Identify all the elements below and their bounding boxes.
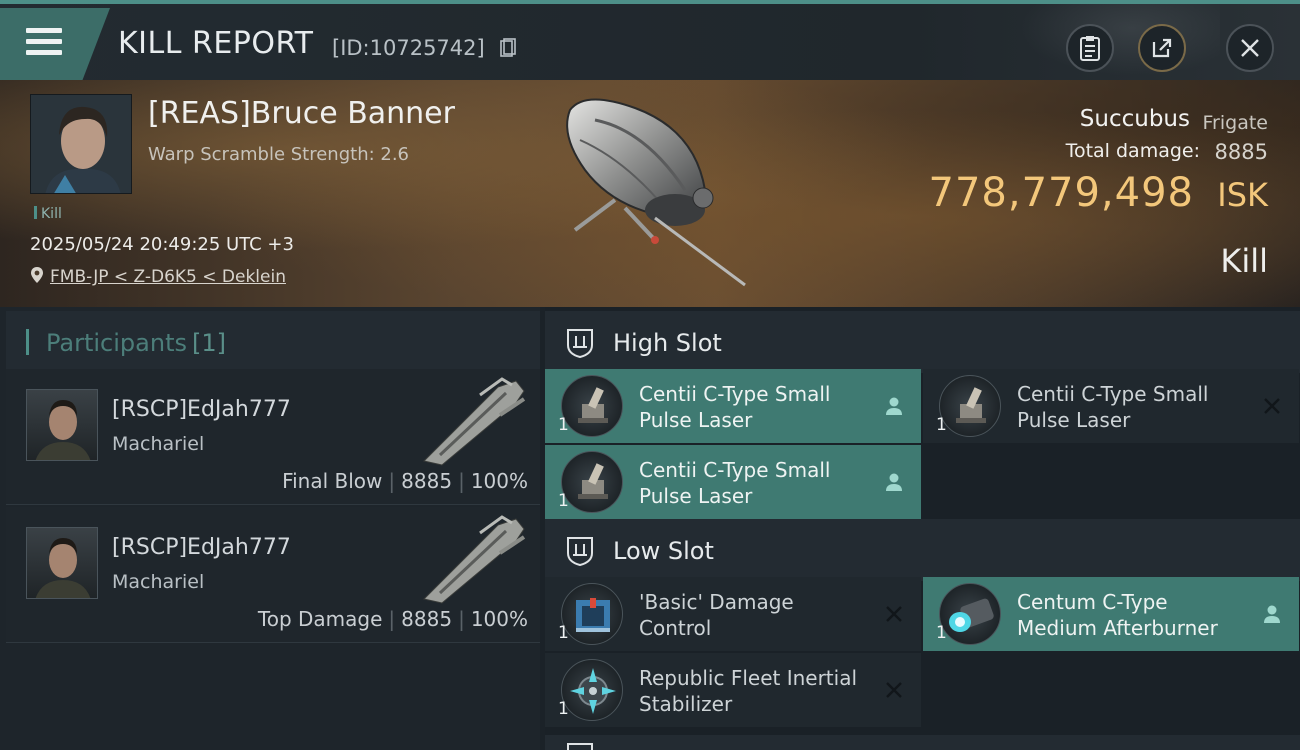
participants-count: [1] (192, 329, 226, 357)
module-high-2[interactable]: 1 Centii C-Type Small Pulse Laser (923, 369, 1299, 443)
module-qty: 1 (936, 415, 947, 435)
pilot-icon (1264, 605, 1280, 623)
low-slot-header: Low Slot (545, 519, 1300, 581)
page-title: KILL REPORT (118, 26, 314, 61)
participant-ship: Machariel (112, 571, 205, 593)
participant-ship-image (423, 515, 526, 604)
participant-damage: 8885 (401, 607, 453, 631)
module-high-3[interactable]: 1 Centii C-Type Small Pulse Laser (545, 445, 921, 519)
participants-title: Participants (46, 329, 187, 357)
report-id: [ID:10725742] (332, 36, 485, 60)
close-icon (1241, 39, 1259, 57)
top-bar: KILL REPORT [ID:10725742] (0, 0, 1300, 84)
participant-row[interactable]: [RSCP]EdJah777 Machariel Top Damage | 8885… (6, 507, 540, 643)
module-name: 'Basic' Damage Control (639, 590, 794, 640)
share-icon (1152, 38, 1172, 58)
pilot-icon (886, 397, 902, 415)
victim-name[interactable]: [REAS]Bruce Banner (148, 96, 455, 131)
clipboard-icon (1080, 36, 1100, 61)
destroyed-x-icon (886, 606, 902, 622)
module-low-1[interactable]: 1 'Basic' Damage Control (545, 577, 921, 651)
damage-control-icon (561, 583, 623, 645)
module-qty: 1 (558, 491, 569, 511)
victim-ship-image (566, 98, 746, 287)
module-qty: 1 (558, 623, 569, 643)
shield-icon (567, 329, 593, 359)
shield-icon (567, 743, 593, 750)
pilot-icon (886, 473, 902, 491)
participant-row[interactable]: [RSCP]EdJah777 Machariel Final Blow | 8885… (6, 369, 540, 505)
participant-damage: 8885 (401, 469, 453, 493)
pulse-laser-icon (561, 451, 623, 513)
high-slot-header: High Slot (545, 311, 1300, 373)
participant-role: Top Damage (257, 607, 383, 631)
next-slot-header (545, 735, 1300, 750)
victim-ship-name[interactable]: Succubus (1080, 106, 1190, 132)
victim-banner: [REAS]Bruce Banner Warp Scramble Strengt… (0, 80, 1300, 307)
participant-stats: Final Blow | 8885 | 100% (282, 469, 528, 493)
participant-avatar[interactable] (26, 389, 98, 461)
module-low-2[interactable]: 1 Centum C-Type Medium Afterburner (923, 577, 1299, 651)
close-button[interactable] (1226, 24, 1274, 72)
participants-header: Participants [1] (6, 311, 540, 369)
pulse-laser-icon (561, 375, 623, 437)
module-name: Centum C-Type Medium Afterburner (1017, 590, 1218, 640)
isk-unit: ISK (1217, 176, 1268, 214)
low-slot-label: Low Slot (613, 537, 714, 565)
victim-portrait[interactable] (30, 94, 132, 194)
kill-tag: Kill (34, 206, 62, 222)
participant-stats: Top Damage | 8885 | 100% (257, 607, 528, 631)
module-name: Centii C-Type Small Pulse Laser (1017, 382, 1209, 432)
module-qty: 1 (558, 415, 569, 435)
pulse-laser-icon (939, 375, 1001, 437)
module-qty: 1 (558, 699, 569, 719)
location-link[interactable]: FMB-JP < Z-D6K5 < Deklein (50, 267, 286, 287)
participant-avatar[interactable] (26, 527, 98, 599)
destroyed-x-icon (886, 682, 902, 698)
total-damage-value: 8885 (1214, 140, 1268, 164)
participant-ship-image (423, 377, 526, 466)
module-name: Republic Fleet Inertial Stabilizer (639, 666, 858, 716)
participant-percent: 100% (470, 607, 528, 631)
module-name: Centii C-Type Small Pulse Laser (639, 458, 831, 508)
participant-name[interactable]: [RSCP]EdJah777 (112, 397, 291, 422)
module-qty: 1 (936, 623, 947, 643)
participant-role: Final Blow (282, 469, 383, 493)
warp-scramble-strength: Warp Scramble Strength: 2.6 (148, 144, 410, 165)
kill-location[interactable]: FMB-JP < Z-D6K5 < Deklein (30, 266, 286, 287)
participant-name[interactable]: [RSCP]EdJah777 (112, 535, 291, 560)
kill-datetime: 2025/05/24 20:49:25 UTC +3 (30, 234, 294, 255)
inertial-stabilizer-icon (561, 659, 623, 721)
participant-ship: Machariel (112, 433, 205, 455)
module-high-1[interactable]: 1 Centii C-Type Small Pulse Laser (545, 369, 921, 443)
kill-tag-label: Kill (41, 206, 62, 222)
module-low-3[interactable]: 1 Republic Fleet Inertial Stabilizer (545, 653, 921, 727)
shield-icon (567, 537, 593, 567)
afterburner-icon (939, 583, 1001, 645)
total-damage-label: Total damage: (1065, 140, 1200, 162)
isk-value: 778,779,498 (928, 170, 1194, 216)
clipboard-button[interactable] (1066, 24, 1114, 72)
destroyed-x-icon (1264, 398, 1280, 414)
participants-panel: Participants [1] [RSCP]EdJah777 Macharie… (0, 307, 540, 750)
kill-result: Kill (1220, 242, 1268, 280)
location-pin-icon (31, 267, 43, 283)
fitting-panel: High Slot 1 Centii C-Type Small Pulse La… (545, 307, 1300, 750)
menu-icon (26, 28, 62, 56)
module-name: Centii C-Type Small Pulse Laser (639, 382, 831, 432)
victim-ship-class: Frigate (1202, 112, 1268, 134)
menu-button[interactable] (0, 8, 110, 80)
share-button[interactable] (1138, 24, 1186, 72)
participant-percent: 100% (470, 469, 528, 493)
high-slot-label: High Slot (613, 329, 722, 357)
copy-icon[interactable] (500, 38, 516, 58)
